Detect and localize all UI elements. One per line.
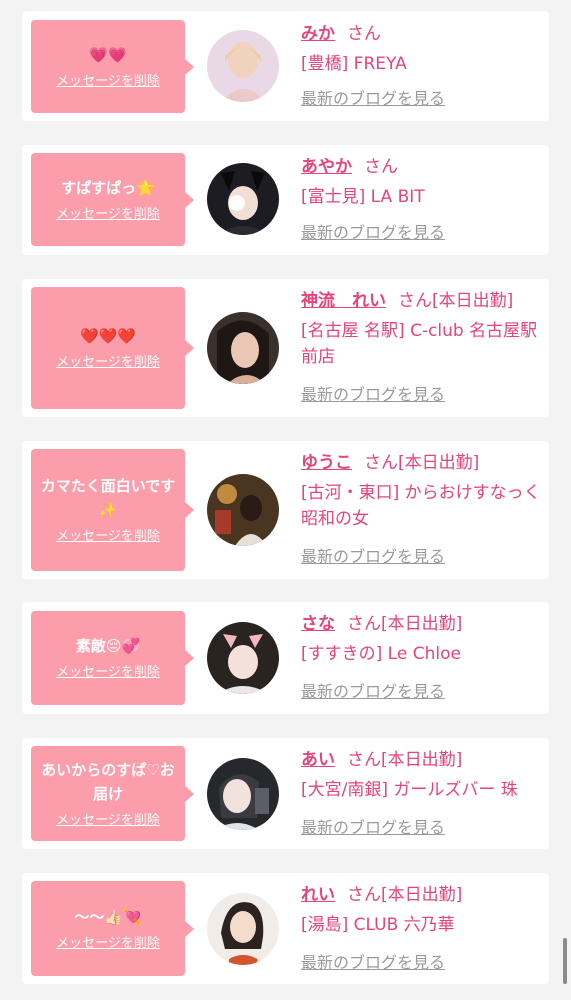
profile-photo-icon [217,171,269,235]
work-status: [本日出勤] [398,453,480,473]
profile-name-link[interactable]: みか [301,24,335,44]
avatar[interactable] [207,474,279,546]
message-bubble: あいからのすぱ♡お届け メッセージを削除 [31,746,194,841]
delete-message-link[interactable]: メッセージを削除 [56,812,160,830]
shop-name: [豊橋] FREYA [301,54,407,74]
latest-blog-link[interactable]: 最新のブログを見る [301,681,445,703]
delete-message-link[interactable]: メッセージを削除 [56,664,160,682]
profile-info: みか さん [豊橋] FREYA [301,21,541,77]
message-card: カマたく面白いです✨ メッセージを削除 ゆうこ さん[本日出勤] [古河・東口] … [22,441,549,579]
profile-info: れい さん[本日出勤] [湯島] CLUB 六乃華 [301,882,541,938]
scrollbar[interactable] [561,0,571,1000]
avatar[interactable] [207,312,279,384]
profile-photo-icon [221,902,267,965]
message-text: 💗💗 [89,45,127,64]
latest-blog-link[interactable]: 最新のブログを見る [301,222,445,244]
latest-blog-link[interactable]: 最新のブログを見る [301,817,445,839]
shop-name: [富士見] LA BIT [301,187,425,207]
avatar[interactable] [207,30,279,102]
latest-blog-link[interactable]: 最新のブログを見る [301,88,445,110]
profile-photo-icon [217,634,269,694]
delete-message-link[interactable]: メッセージを削除 [56,528,160,546]
message-card: すぱすぱっ🌟 メッセージを削除 あやか さん [富士見] LA BIT 最新のブロ… [22,145,549,255]
message-text: 素敵😔💞 [75,637,141,655]
shop-name: [すすきの] Le Chloe [301,644,461,664]
latest-blog-link[interactable]: 最新のブログを見る [301,546,445,568]
honorific: さん [347,24,381,44]
profile-info: 神流 れい さん[本日出勤] [名古屋 名駅] C-club 名古屋駅前店 [301,288,541,370]
profile-info: あやか さん [富士見] LA BIT [301,154,541,210]
avatar[interactable] [207,893,279,965]
latest-blog-link[interactable]: 最新のブログを見る [301,384,445,406]
scrollbar-thumb[interactable] [563,938,567,984]
work-status: [本日出勤] [381,750,463,770]
message-bubble: 💗💗 メッセージを削除 [31,20,194,113]
avatar[interactable] [207,758,279,830]
message-card: 〜〜👍🏻💘 メッセージを削除 れい さん[本日出勤] [湯島] CLUB 六乃華 … [22,873,549,984]
shop-name: [大宮/南銀] ガールズバー 珠 [301,780,518,800]
message-text: すぱすぱっ🌟 [61,178,155,197]
honorific: さん [347,750,381,770]
message-bubble: 素敵😔💞 メッセージを削除 [31,611,194,705]
work-status: [本日出勤] [381,885,463,905]
profile-photo-icon [215,484,267,546]
work-status: [本日出勤] [381,614,463,634]
delete-message-link[interactable]: メッセージを削除 [56,354,160,372]
shop-name: [古河・東口] からおけすなっく 昭和の女 [301,483,541,529]
latest-blog-link[interactable]: 最新のブログを見る [301,952,445,974]
message-card: ❤️❤️❤️ メッセージを削除 神流 れい さん[本日出勤] [名古屋 名駅] C… [22,279,549,417]
delete-message-link[interactable]: メッセージを削除 [56,935,160,953]
delete-message-link[interactable]: メッセージを削除 [56,73,160,91]
shop-name: [名古屋 名駅] C-club 名古屋駅前店 [301,321,538,367]
message-bubble: 〜〜👍🏻💘 メッセージを削除 [31,881,194,976]
message-card: あいからのすぱ♡お届け メッセージを削除 あい さん[本日出勤] [大宮/南銀] … [22,738,549,849]
message-text: カマたく面白いです✨ [40,477,176,519]
profile-name-link[interactable]: あい [301,750,335,770]
honorific: さん [364,157,398,177]
message-bubble: すぱすぱっ🌟 メッセージを削除 [31,153,194,246]
honorific: さん [398,291,432,311]
profile-name-link[interactable]: 神流 れい [301,291,386,311]
profile-photo-icon [217,320,269,384]
profile-info: あい さん[本日出勤] [大宮/南銀] ガールズバー 珠 [301,747,541,803]
message-text: 〜〜👍🏻💘 [74,907,142,926]
honorific: さん [347,885,381,905]
profile-photo-icon [215,774,269,830]
message-card: 💗💗 メッセージを削除 みか さん [豊橋] FREYA 最新のブログを見る [22,11,549,121]
profile-name-link[interactable]: あやか [301,157,352,177]
profile-info: ゆうこ さん[本日出勤] [古河・東口] からおけすなっく 昭和の女 [301,450,541,532]
profile-name-link[interactable]: ゆうこ [301,453,352,473]
honorific: さん [364,453,398,473]
honorific: さん [347,614,381,634]
shop-name: [湯島] CLUB 六乃華 [301,915,455,935]
profile-name-link[interactable]: さな [301,614,335,634]
avatar[interactable] [207,622,279,694]
message-bubble: ❤️❤️❤️ メッセージを削除 [31,287,194,409]
profile-info: さな さん[本日出勤] [すすきの] Le Chloe [301,611,541,667]
message-bubble: カマたく面白いです✨ メッセージを削除 [31,449,194,571]
profile-photo-icon [221,42,265,102]
work-status: [本日出勤] [432,291,514,311]
profile-name-link[interactable]: れい [301,885,335,905]
avatar[interactable] [207,163,279,235]
message-text: あいからのすぱ♡お届け [41,760,175,803]
message-card: 素敵😔💞 メッセージを削除 さな さん[本日出勤] [すすきの] Le Chloe… [22,602,549,714]
delete-message-link[interactable]: メッセージを削除 [56,206,160,224]
message-text: ❤️❤️❤️ [79,327,137,345]
